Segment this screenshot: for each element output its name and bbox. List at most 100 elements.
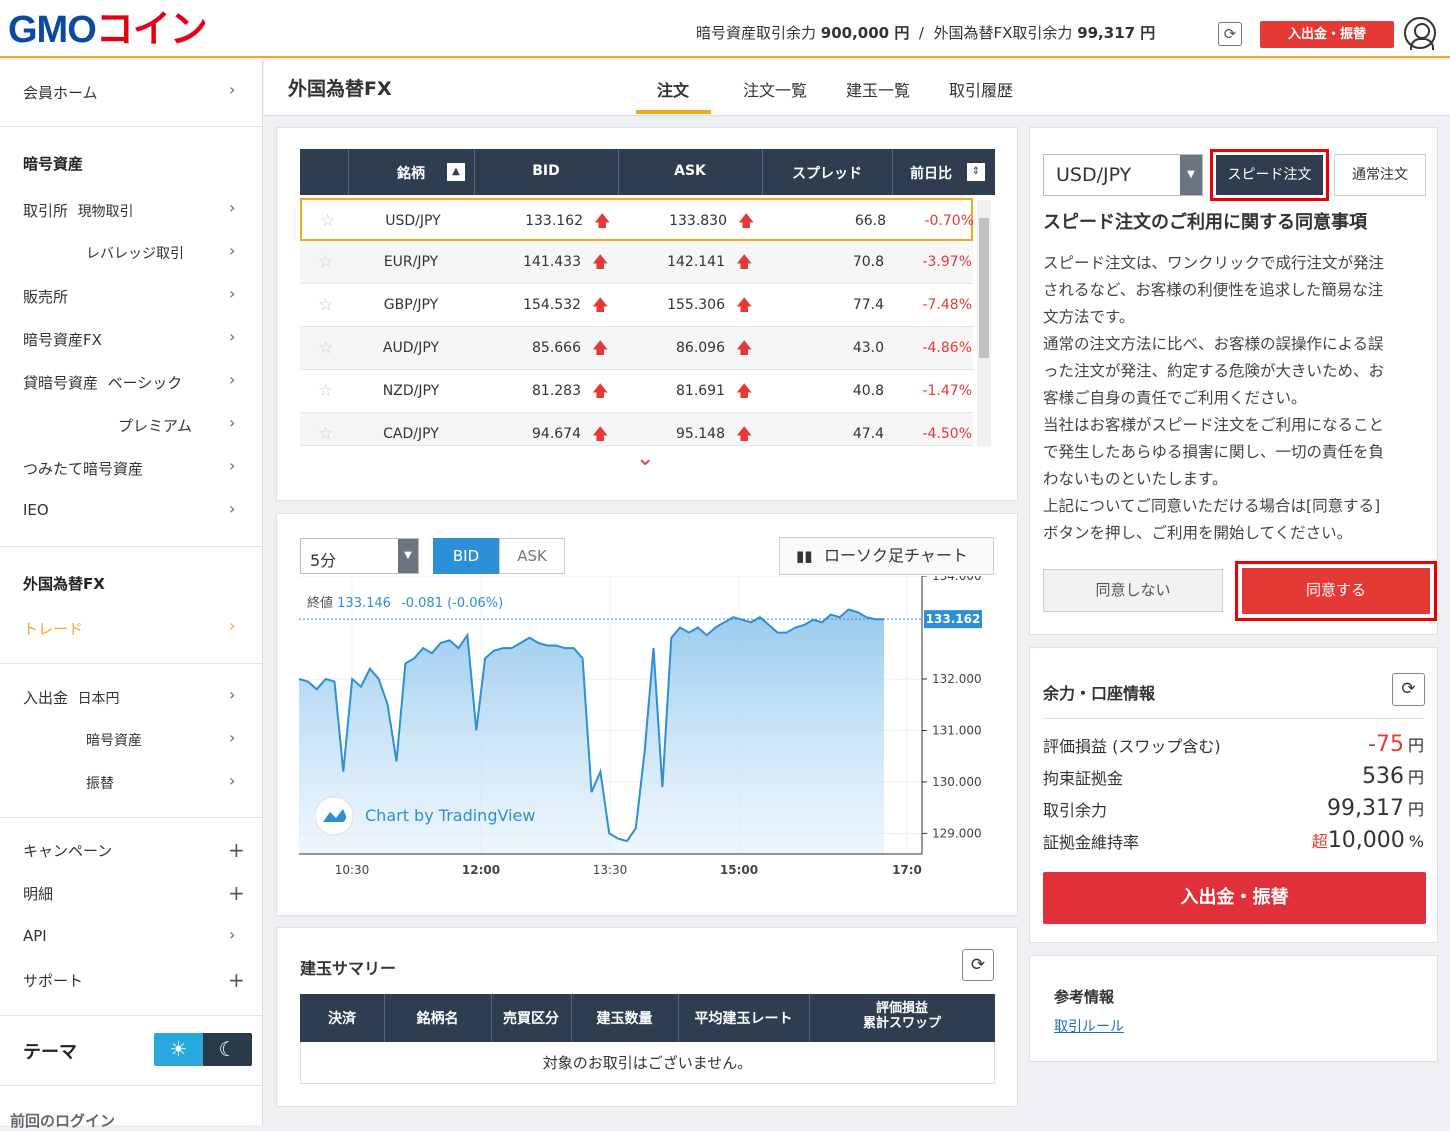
rate-bid[interactable]: 94.674 xyxy=(474,426,581,442)
current-price-badge: 133.162 xyxy=(924,610,982,629)
agree-button[interactable]: 同意する xyxy=(1235,561,1437,621)
available-amount: 99,317 xyxy=(1327,796,1404,821)
favorite-star-icon[interactable]: ☆ xyxy=(320,211,335,231)
chevron-down-icon[interactable]: ⌄ xyxy=(636,446,654,471)
refresh-icon[interactable]: ⟳ xyxy=(962,949,994,981)
sidebar-item-premium[interactable]: プレミアム xyxy=(118,415,192,436)
gmo-coin-logo[interactable]: GMOコイン xyxy=(8,6,208,54)
table-row[interactable]: ☆ AUD/JPY 85.666 🡅 86.096 🡅 43.0 -4.86% xyxy=(300,327,973,370)
tab-positions[interactable]: 建玉一覧 xyxy=(846,77,910,101)
rate-ask[interactable]: 155.306 xyxy=(618,297,725,313)
chevron-right-icon: › xyxy=(229,370,236,389)
refresh-icon[interactable]: ⟳ xyxy=(1392,673,1425,706)
sidebar-item-lending[interactable]: 貸暗号資産 ベーシック xyxy=(23,372,182,393)
disagree-button[interactable]: 同意しない xyxy=(1043,569,1223,612)
sidebar-item-leverage[interactable]: レバレッジ取引 xyxy=(86,243,184,263)
rate-ask[interactable]: 142.141 xyxy=(618,254,725,270)
table-row[interactable]: ☆ EUR/JPY 141.433 🡅 142.141 🡅 70.8 -3.97… xyxy=(300,241,973,284)
close-value: 133.146 xyxy=(337,596,391,611)
bid-toggle-button[interactable]: BID xyxy=(433,538,499,574)
sidebar-item-ieo[interactable]: IEO xyxy=(23,501,49,519)
chevron-down-icon[interactable]: ▼ xyxy=(1180,155,1202,195)
normal-order-button[interactable]: 通常注文 xyxy=(1334,154,1426,196)
sidebar-item-support[interactable]: サポート xyxy=(23,970,83,991)
unit: % xyxy=(1408,832,1424,851)
tab-order[interactable]: 注文 xyxy=(657,77,689,101)
rate-ask[interactable]: 95.148 xyxy=(618,426,725,442)
rate-bid[interactable]: 133.162 xyxy=(476,213,583,229)
rate-ask[interactable]: 86.096 xyxy=(618,340,725,356)
plus-icon[interactable]: + xyxy=(228,881,245,905)
sort-up-icon[interactable]: ▲ xyxy=(447,163,465,181)
rate-ask[interactable]: 133.830 xyxy=(620,213,727,229)
sidebar-item-deposit-crypto[interactable]: 暗号資産 xyxy=(86,730,142,750)
favorite-star-icon[interactable]: ☆ xyxy=(318,424,333,444)
plus-icon[interactable]: + xyxy=(228,968,245,992)
chevron-right-icon: › xyxy=(229,616,236,635)
plus-icon[interactable]: + xyxy=(228,838,245,862)
rate-scrollbar[interactable] xyxy=(977,200,991,446)
user-account-icon[interactable] xyxy=(1404,17,1436,50)
table-row[interactable]: ☆ CAD/JPY 94.674 🡅 95.148 🡅 47.4 -4.50% xyxy=(300,413,973,446)
divider xyxy=(1043,718,1425,719)
column-quantity: 建玉数量 xyxy=(596,1011,653,1027)
account-info-panel: 余力・口座情報 ⟳ 評価損益 (スワップ含む) -75 円 拘束証拠金 536 円 … xyxy=(1029,647,1438,943)
sidebar-item-transfer[interactable]: 振替 xyxy=(86,773,114,793)
sidebar-item-exchange[interactable]: 取引所 現物取引 xyxy=(23,200,134,221)
timeframe-select[interactable]: 5分 ▼ xyxy=(300,538,419,574)
pnl-label: 評価損益 (スワップ含む) xyxy=(1043,737,1221,756)
column-pnl-label: 評価損益 xyxy=(875,1001,928,1016)
page-header: 外国為替FX 注文 注文一覧 建玉一覧 取引履歴 xyxy=(264,60,1450,116)
chevron-down-icon[interactable]: ▼ xyxy=(398,539,418,573)
column-spread: スプレッド xyxy=(792,166,862,182)
sidebar-item-member-home[interactable]: 会員ホーム xyxy=(23,82,98,103)
rate-bid[interactable]: 81.283 xyxy=(474,383,581,399)
rate-ask[interactable]: 81.691 xyxy=(618,383,725,399)
y-tick-label: 132.000 xyxy=(932,672,982,686)
refresh-balance-icon[interactable]: ⟳ xyxy=(1218,22,1242,46)
chevron-right-icon: › xyxy=(229,771,236,790)
moon-icon[interactable]: ☾ xyxy=(203,1033,252,1066)
sidebar-item-broker[interactable]: 販売所 xyxy=(23,286,68,307)
trading-rules-link[interactable]: 取引ルール xyxy=(1054,1016,1124,1036)
sort-toggle-icon[interactable]: ⇕ xyxy=(967,163,985,181)
sidebar-item-crypto-fx[interactable]: 暗号資産FX xyxy=(23,329,102,350)
favorite-star-icon[interactable]: ☆ xyxy=(318,381,333,401)
margin-ratio-prefix: 超 xyxy=(1311,832,1328,851)
x-axis-ticks: 10:30 12:00 13:30 15:00 17:0 xyxy=(335,863,922,877)
deposit-transfer-button[interactable]: 入出金・振替 xyxy=(1260,21,1394,48)
account-info-title: 余力・口座情報 xyxy=(1043,684,1156,703)
column-change[interactable]: 前日比 xyxy=(906,163,956,183)
speed-order-button[interactable]: スピード注文 xyxy=(1210,149,1329,201)
unit: 円 xyxy=(1407,800,1424,819)
ask-toggle-button[interactable]: ASK xyxy=(499,538,565,574)
margin-value: 536 円 xyxy=(1362,764,1424,789)
sun-icon[interactable]: ☀ xyxy=(154,1033,203,1066)
sidebar-item-campaign[interactable]: キャンペーン xyxy=(23,840,112,861)
rate-bid[interactable]: 141.433 xyxy=(474,254,581,270)
rate-bid[interactable]: 85.666 xyxy=(474,340,581,356)
table-row[interactable]: ☆ GBP/JPY 154.532 🡅 155.306 🡅 77.4 -7.48… xyxy=(300,284,973,327)
x-tick-label: 12:00 xyxy=(462,863,500,877)
sidebar-item-api[interactable]: API xyxy=(23,927,47,945)
favorite-star-icon[interactable]: ☆ xyxy=(318,338,333,358)
favorite-star-icon[interactable]: ☆ xyxy=(318,252,333,272)
rate-bid[interactable]: 154.532 xyxy=(474,297,581,313)
deposit-transfer-button[interactable]: 入出金・振替 xyxy=(1043,872,1426,924)
price-chart[interactable]: 134.000 132.000 131.000 130.000 129.000 10:3… xyxy=(299,576,999,886)
sidebar-item-tsumitate[interactable]: つみたて暗号資産 xyxy=(23,458,143,479)
favorite-star-icon[interactable]: ☆ xyxy=(318,295,333,315)
theme-toggle[interactable]: ☀ ☾ xyxy=(154,1033,252,1066)
table-row[interactable]: ☆ NZD/JPY 81.283 🡅 81.691 🡅 40.8 -1.47% xyxy=(300,370,973,413)
sidebar-item-trade[interactable]: トレード xyxy=(23,618,83,639)
table-row[interactable]: ☆ USD/JPY 133.162 🡅 133.830 🡅 66.8 -0.70… xyxy=(300,198,974,241)
scrollbar-thumb[interactable] xyxy=(979,218,989,358)
theme-label: テーマ xyxy=(23,1042,77,1063)
sidebar-item-deposit-jpy[interactable]: 入出金 日本円 xyxy=(23,687,120,708)
x-tick-label: 13:30 xyxy=(593,863,628,877)
candlestick-chart-button[interactable]: ▮▮ ローソク足チャート xyxy=(779,537,994,575)
tab-history[interactable]: 取引履歴 xyxy=(949,77,1013,101)
tab-order-list[interactable]: 注文一覧 xyxy=(743,77,807,101)
sidebar-item-statement[interactable]: 明細 xyxy=(23,883,53,904)
currency-pair-select[interactable]: USD/JPY ▼ xyxy=(1043,154,1203,196)
